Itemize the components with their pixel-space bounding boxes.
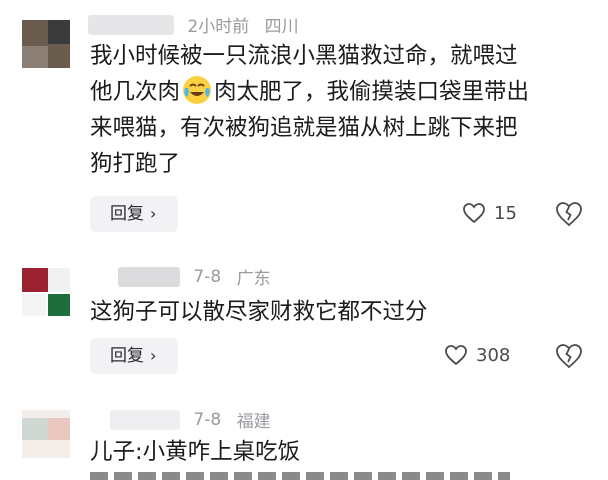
heart-outline-icon <box>463 203 485 224</box>
crying-laughing-emoji-icon <box>183 76 212 104</box>
chevron-right-icon: › <box>150 204 157 223</box>
comment-location: 福建 <box>236 412 271 432</box>
comment-text-line: 来喂猫，有次被狗追就是猫从树上跳下来把 <box>90 115 518 141</box>
broken-heart-icon[interactable] <box>554 341 584 371</box>
comment-text-line: 狗打跑了 <box>90 151 181 177</box>
comment-text-line: 他几次肉 肉太肥了，我偷摸装口袋里带出 <box>90 74 590 110</box>
comment-text: 儿子:小黄咋上桌吃饭 <box>90 434 590 470</box>
avatar[interactable] <box>22 410 70 458</box>
comment-text-line: 我小时候被一只流浪小黑猫救过命，就喂过 <box>90 43 518 69</box>
comment-time: 7-8 <box>193 409 222 430</box>
comment-text-line: 儿子:小黄咋上桌吃饭 <box>90 439 301 465</box>
heart-outline-icon <box>445 345 467 366</box>
avatar[interactable] <box>22 268 70 316</box>
comment-text-line: 这狗子可以散尽家财救它都不过分 <box>90 299 428 325</box>
comment-meta: 2小时前 四川 <box>88 12 309 37</box>
like-count: 308 <box>476 345 511 366</box>
comment-meta: 7-8 福建 <box>110 407 281 432</box>
comment-location: 四川 <box>264 17 299 37</box>
reply-label: 回复 <box>110 346 144 366</box>
comment-time: 7-8 <box>193 266 222 287</box>
comment-text-segment: 肉太肥了，我偷摸装口袋里带出 <box>214 79 530 105</box>
reply-label: 回复 <box>110 204 144 224</box>
comment-meta: 7-8 广东 <box>118 264 281 289</box>
comment-location: 广东 <box>236 269 271 289</box>
like-button[interactable]: 15 <box>462 199 517 229</box>
broken-heart-icon[interactable] <box>554 199 584 229</box>
avatar[interactable] <box>22 20 70 68</box>
reply-button[interactable]: 回复 › <box>90 338 178 374</box>
comment-text: 我小时候被一只流浪小黑猫救过命，就喂过 他几次肉 肉太肥了，我偷摸装口袋里带出 来… <box>90 38 590 182</box>
chevron-right-icon: › <box>150 346 157 365</box>
like-button[interactable]: 308 <box>444 341 510 371</box>
blurred-username <box>118 266 180 287</box>
comment-time: 2小时前 <box>187 17 250 37</box>
clipped-next-line <box>90 472 510 480</box>
comment-text-segment: 他几次肉 <box>90 79 181 105</box>
comment-text: 这狗子可以散尽家财救它都不过分 <box>90 294 590 330</box>
blurred-username <box>88 14 174 35</box>
reply-button[interactable]: 回复 › <box>90 196 178 232</box>
like-count: 15 <box>494 203 517 224</box>
blurred-username <box>110 409 180 430</box>
